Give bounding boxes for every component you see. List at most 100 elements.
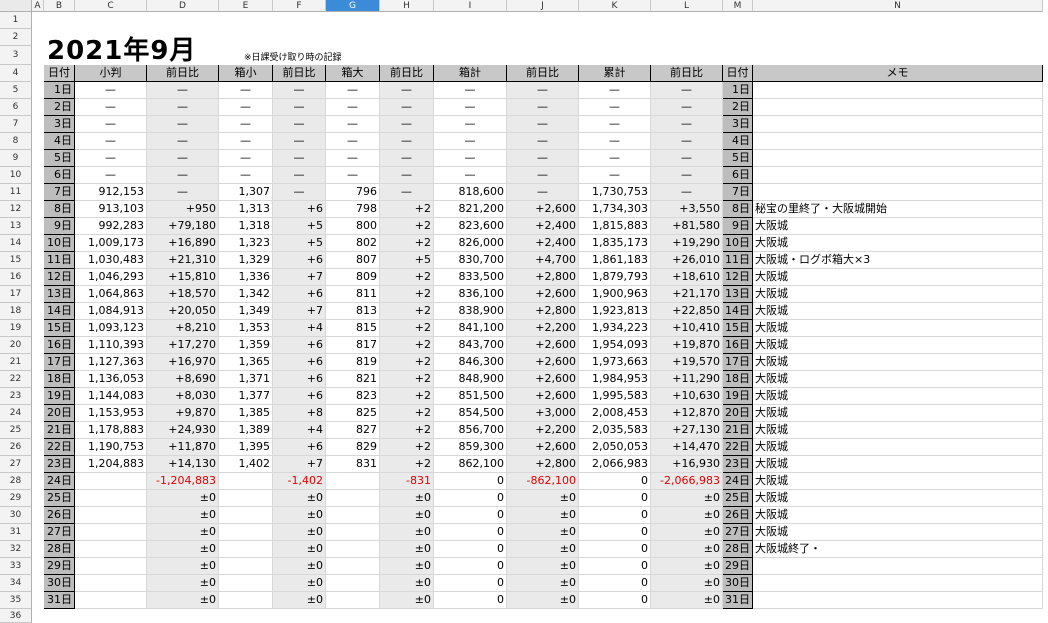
value-cell[interactable] — [219, 490, 273, 507]
value-cell[interactable]: +26,010 — [651, 252, 723, 269]
value-cell[interactable]: 1,144,083 — [75, 388, 147, 405]
value-cell[interactable]: +6 — [273, 371, 326, 388]
row-header-29[interactable]: 29 — [0, 490, 32, 507]
value-cell[interactable]: 1,900,963 — [579, 286, 651, 303]
value-cell[interactable]: 1,353 — [219, 320, 273, 337]
value-cell[interactable] — [219, 473, 273, 490]
value-cell[interactable]: +2 — [380, 456, 434, 473]
value-cell[interactable]: — — [147, 99, 219, 116]
value-cell[interactable]: — — [434, 99, 507, 116]
value-cell[interactable]: — — [507, 167, 579, 184]
value-cell[interactable]: — — [219, 133, 273, 150]
value-cell[interactable]: -1,402 — [273, 473, 326, 490]
value-cell[interactable]: ±0 — [147, 541, 219, 558]
value-cell[interactable]: ±0 — [507, 592, 579, 609]
date-cell[interactable]: 1日 — [723, 82, 753, 99]
date-cell[interactable]: 2日 — [723, 99, 753, 116]
value-cell[interactable]: +2 — [380, 320, 434, 337]
value-cell[interactable]: 1,064,863 — [75, 286, 147, 303]
value-cell[interactable]: 1,030,483 — [75, 252, 147, 269]
memo-cell[interactable] — [753, 150, 1043, 167]
value-cell[interactable]: — — [75, 167, 147, 184]
value-cell[interactable]: ±0 — [507, 558, 579, 575]
date-cell[interactable]: 26日 — [44, 507, 75, 524]
value-cell[interactable]: +6 — [273, 286, 326, 303]
date-cell[interactable]: 31日 — [723, 592, 753, 609]
row-header-12[interactable]: 12 — [0, 201, 32, 218]
value-cell[interactable]: 819 — [326, 354, 380, 371]
value-cell[interactable]: ±0 — [147, 524, 219, 541]
date-cell[interactable]: 16日 — [44, 337, 75, 354]
sheet-title[interactable]: 2021年9月 — [47, 30, 196, 67]
date-cell[interactable]: 24日 — [723, 473, 753, 490]
value-cell[interactable]: — — [219, 150, 273, 167]
value-cell[interactable]: 1,318 — [219, 218, 273, 235]
row-header-30[interactable]: 30 — [0, 507, 32, 524]
value-cell[interactable]: +16,890 — [147, 235, 219, 252]
value-cell[interactable]: -831 — [380, 473, 434, 490]
column-header-e[interactable]: E — [219, 0, 273, 12]
value-cell[interactable] — [219, 575, 273, 592]
value-cell[interactable]: +27,130 — [651, 422, 723, 439]
value-cell[interactable]: — — [507, 133, 579, 150]
value-cell[interactable]: — — [75, 99, 147, 116]
value-cell[interactable]: 0 — [579, 524, 651, 541]
value-cell[interactable] — [326, 541, 380, 558]
value-cell[interactable]: ±0 — [380, 558, 434, 575]
value-cell[interactable]: 1,934,223 — [579, 320, 651, 337]
value-cell[interactable]: 843,700 — [434, 337, 507, 354]
value-cell[interactable]: 0 — [579, 541, 651, 558]
row-header-14[interactable]: 14 — [0, 235, 32, 252]
header-cell[interactable]: 前日比 — [273, 65, 326, 82]
value-cell[interactable]: 1,323 — [219, 235, 273, 252]
value-cell[interactable]: 0 — [434, 592, 507, 609]
header-cell[interactable]: 日付 — [44, 65, 75, 82]
value-cell[interactable]: 1,815,883 — [579, 218, 651, 235]
value-cell[interactable]: +7 — [273, 456, 326, 473]
value-cell[interactable]: ±0 — [273, 558, 326, 575]
value-cell[interactable]: +18,570 — [147, 286, 219, 303]
value-cell[interactable]: — — [579, 167, 651, 184]
value-cell[interactable]: +14,470 — [651, 439, 723, 456]
memo-cell[interactable] — [753, 133, 1043, 150]
value-cell[interactable]: 1,954,093 — [579, 337, 651, 354]
date-cell[interactable]: 28日 — [44, 541, 75, 558]
value-cell[interactable]: +2,200 — [507, 320, 579, 337]
value-cell[interactable]: 2,066,983 — [579, 456, 651, 473]
row-header-24[interactable]: 24 — [0, 405, 32, 422]
value-cell[interactable]: +6 — [273, 252, 326, 269]
memo-cell[interactable]: 大阪城 — [753, 218, 1043, 235]
value-cell[interactable]: +2,600 — [507, 388, 579, 405]
value-cell[interactable]: 817 — [326, 337, 380, 354]
value-cell[interactable]: 851,500 — [434, 388, 507, 405]
value-cell[interactable]: +2,600 — [507, 354, 579, 371]
value-cell[interactable]: — — [651, 116, 723, 133]
memo-cell[interactable]: 大阪城 — [753, 303, 1043, 320]
value-cell[interactable]: +6 — [273, 354, 326, 371]
value-cell[interactable]: ±0 — [147, 575, 219, 592]
value-cell[interactable]: ±0 — [273, 507, 326, 524]
date-cell[interactable]: 5日 — [723, 150, 753, 167]
date-cell[interactable]: 6日 — [723, 167, 753, 184]
value-cell[interactable]: 1,046,293 — [75, 269, 147, 286]
value-cell[interactable]: 0 — [579, 473, 651, 490]
row-header-11[interactable]: 11 — [0, 184, 32, 201]
row-header-5[interactable]: 5 — [0, 82, 32, 99]
value-cell[interactable]: +2 — [380, 269, 434, 286]
row-header-8[interactable]: 8 — [0, 133, 32, 150]
memo-cell[interactable]: 大阪城 — [753, 507, 1043, 524]
header-cell[interactable]: 小判 — [75, 65, 147, 82]
date-cell[interactable]: 13日 — [44, 286, 75, 303]
value-cell[interactable]: — — [507, 184, 579, 201]
date-cell[interactable]: 4日 — [44, 133, 75, 150]
value-cell[interactable]: 831 — [326, 456, 380, 473]
memo-cell[interactable] — [753, 99, 1043, 116]
value-cell[interactable]: ±0 — [651, 524, 723, 541]
value-cell[interactable]: +4 — [273, 320, 326, 337]
value-cell[interactable]: — — [273, 167, 326, 184]
value-cell[interactable]: 0 — [434, 575, 507, 592]
value-cell[interactable]: +2,600 — [507, 439, 579, 456]
value-cell[interactable]: — — [326, 99, 380, 116]
value-cell[interactable]: -2,066,983 — [651, 473, 723, 490]
memo-cell[interactable]: 大阪城・ログボ箱大×3 — [753, 252, 1043, 269]
